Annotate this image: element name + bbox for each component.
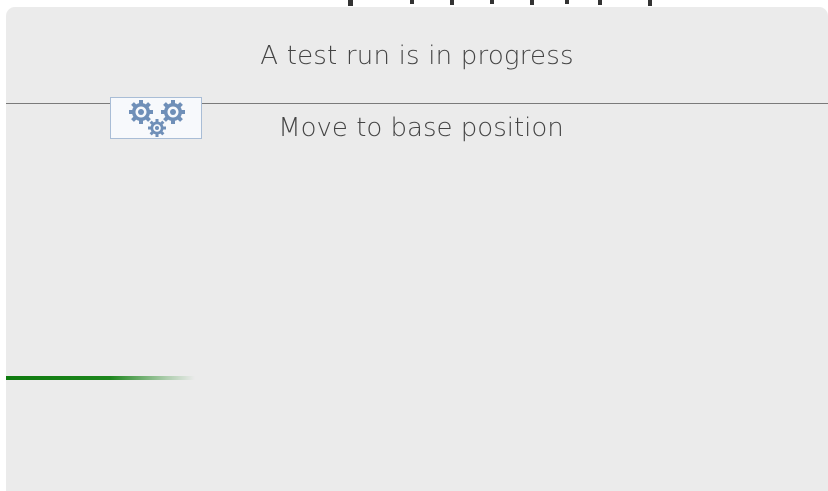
progress-fill — [6, 376, 195, 380]
current-step-text: Move to base position — [278, 113, 564, 143]
test-run-dialog: A test run is in progress Move to base p… — [6, 7, 828, 491]
progress-bar — [6, 376, 828, 380]
dialog-title: A test run is in progress — [260, 41, 574, 71]
